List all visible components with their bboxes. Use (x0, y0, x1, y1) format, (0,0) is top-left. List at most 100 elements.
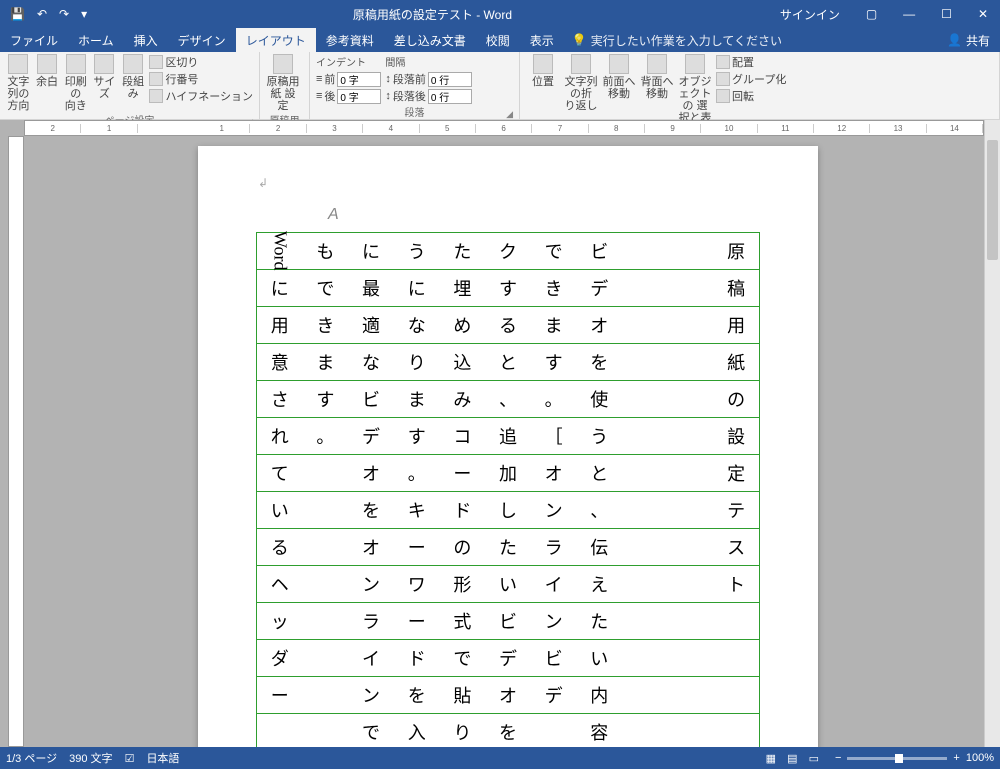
tab-review[interactable]: 校閲 (476, 28, 520, 52)
columns-icon (123, 54, 143, 74)
genkou-cell: い (257, 492, 303, 529)
undo-icon[interactable]: ↶ (33, 5, 51, 23)
horizontal-ruler[interactable]: 211234567891011121314 (24, 120, 984, 136)
genkou-cell: 適 (348, 307, 394, 344)
dialog-launcher-icon[interactable]: ◢ (506, 109, 513, 120)
tab-design[interactable]: デザイン (168, 28, 236, 52)
genkou-cell: を (348, 492, 394, 529)
save-icon[interactable]: 💾 (6, 5, 29, 23)
document-canvas[interactable]: ↲ A 原稿用紙の設定テストビデオを使うと、伝えたい内容できます。［オンラインビ… (28, 140, 982, 747)
spacing-before-input[interactable] (428, 72, 472, 87)
genkou-column: うになります。キーワードを入 (394, 233, 440, 747)
page[interactable]: ↲ A 原稿用紙の設定テストビデオを使うと、伝えたい内容できます。［オンラインビ… (198, 146, 818, 747)
send-backward-button[interactable]: 背面へ 移動 (640, 54, 674, 100)
rotate-button[interactable]: 回転 (716, 88, 786, 104)
zoom-control[interactable]: − + 100% (835, 752, 994, 764)
zoom-out-icon[interactable]: − (835, 752, 841, 764)
genkou-cell: に (394, 270, 440, 307)
tell-me[interactable]: 💡 実行したい作業を入力してください (564, 28, 790, 52)
genkou-cell: 入 (394, 714, 440, 747)
line-numbers-button[interactable]: 行番号 (149, 71, 253, 87)
qat-customize-icon[interactable]: ▾ (77, 5, 91, 23)
vertical-ruler[interactable] (8, 136, 24, 747)
genkou-cell: に (257, 270, 303, 307)
genkou-cell (622, 270, 668, 307)
genkou-cell: き (303, 307, 349, 344)
genkou-cell: で (303, 270, 349, 307)
spacing-after-icon: ↕ (385, 90, 391, 102)
tab-view[interactable]: 表示 (520, 28, 564, 52)
genkou-cell (668, 381, 714, 418)
genkou-cell (622, 529, 668, 566)
margins-button[interactable]: 余白 (35, 54, 60, 88)
zoom-slider[interactable] (847, 757, 947, 760)
tab-file[interactable]: ファイル (0, 28, 68, 52)
align-button[interactable]: 配置 (716, 54, 786, 70)
read-mode-icon[interactable]: ▦ (762, 751, 780, 767)
print-layout-icon[interactable]: ▤ (783, 751, 801, 767)
status-proof-icon[interactable]: ☑ (125, 752, 135, 765)
group-objects-button[interactable]: グループ化 (716, 71, 786, 87)
genkou-cell: 。 (394, 455, 440, 492)
genkou-cell: ー (257, 677, 303, 714)
vertical-scrollbar[interactable] (984, 120, 1000, 747)
share-button[interactable]: 👤 共有 (937, 28, 1000, 52)
status-page[interactable]: 1/3 ページ (6, 750, 57, 766)
genkou-cell: す (531, 344, 577, 381)
maximize-icon[interactable]: ☐ (929, 3, 964, 25)
genkou-cell: を (485, 714, 531, 747)
wrap-button[interactable]: 文字列の折 り返し (564, 54, 598, 112)
spacing-before[interactable]: ↕段落前 (385, 71, 472, 87)
tab-home[interactable]: ホーム (68, 28, 124, 52)
scrollbar-thumb[interactable] (987, 140, 998, 260)
zoom-slider-knob[interactable] (895, 754, 903, 763)
genkou-cell: オ (531, 455, 577, 492)
status-language[interactable]: 日本語 (146, 750, 179, 766)
indent-before-input[interactable] (337, 72, 381, 87)
minimize-icon[interactable]: — (891, 3, 927, 25)
hyphenation-button[interactable]: ハイフネーション (149, 88, 253, 104)
genkou-button[interactable]: 原稿用紙 設定 (266, 54, 300, 112)
genkou-cell: 、 (576, 492, 622, 529)
bring-forward-button[interactable]: 前面へ 移動 (602, 54, 636, 100)
size-button[interactable]: サイズ (92, 54, 117, 100)
indent-after[interactable]: ≡後 (316, 88, 381, 104)
genkou-column: ビデオを使うと、伝えたい内容 (576, 233, 622, 747)
columns-button[interactable]: 段組み (121, 54, 146, 100)
ribbon-options-icon[interactable]: ▢ (854, 3, 889, 25)
signin-button[interactable]: サインイン (768, 2, 852, 27)
indent-before[interactable]: ≡前 (316, 71, 381, 87)
position-button[interactable]: 位置 (526, 54, 560, 88)
web-layout-icon[interactable]: ▭ (805, 751, 823, 767)
genkou-cell: 埋 (440, 270, 486, 307)
ruler-tick: 11 (758, 124, 814, 133)
text-direction-button[interactable]: 文字列の 方向 (6, 54, 31, 112)
genkou-cell (668, 640, 714, 677)
indent-after-input[interactable] (337, 89, 381, 104)
tab-references[interactable]: 参考資料 (316, 28, 384, 52)
genkou-column: クすると、追加したいビデオを (485, 233, 531, 747)
spacing-after-input[interactable] (428, 89, 472, 104)
genkou-cell: ッ (257, 603, 303, 640)
redo-icon[interactable]: ↷ (55, 5, 73, 23)
rotate-icon (716, 89, 730, 103)
genkou-cell: ン (531, 492, 577, 529)
breaks-button[interactable]: 区切り (149, 54, 253, 70)
close-icon[interactable]: ✕ (966, 3, 1000, 25)
zoom-in-icon[interactable]: + (953, 752, 959, 764)
tab-insert[interactable]: 挿入 (124, 28, 168, 52)
line-numbers-label: 行番号 (165, 71, 198, 87)
genkou-cell: と (485, 344, 531, 381)
genkou-column (622, 233, 668, 747)
genkou-column: た埋め込みコードの形式で貼り (440, 233, 486, 747)
spacing-before-label: 段落前 (393, 71, 426, 87)
tab-layout[interactable]: レイアウト (236, 28, 316, 52)
spacing-after[interactable]: ↕段落後 (385, 88, 472, 104)
tab-mailings[interactable]: 差し込み文書 (384, 28, 476, 52)
genkou-cell: 式 (440, 603, 486, 640)
status-words[interactable]: 390 文字 (69, 750, 112, 766)
zoom-level[interactable]: 100% (966, 752, 994, 764)
orientation-button[interactable]: 印刷の 向き (63, 54, 88, 112)
ruler-tick: 9 (645, 124, 701, 133)
genkou-cell: 加 (485, 455, 531, 492)
